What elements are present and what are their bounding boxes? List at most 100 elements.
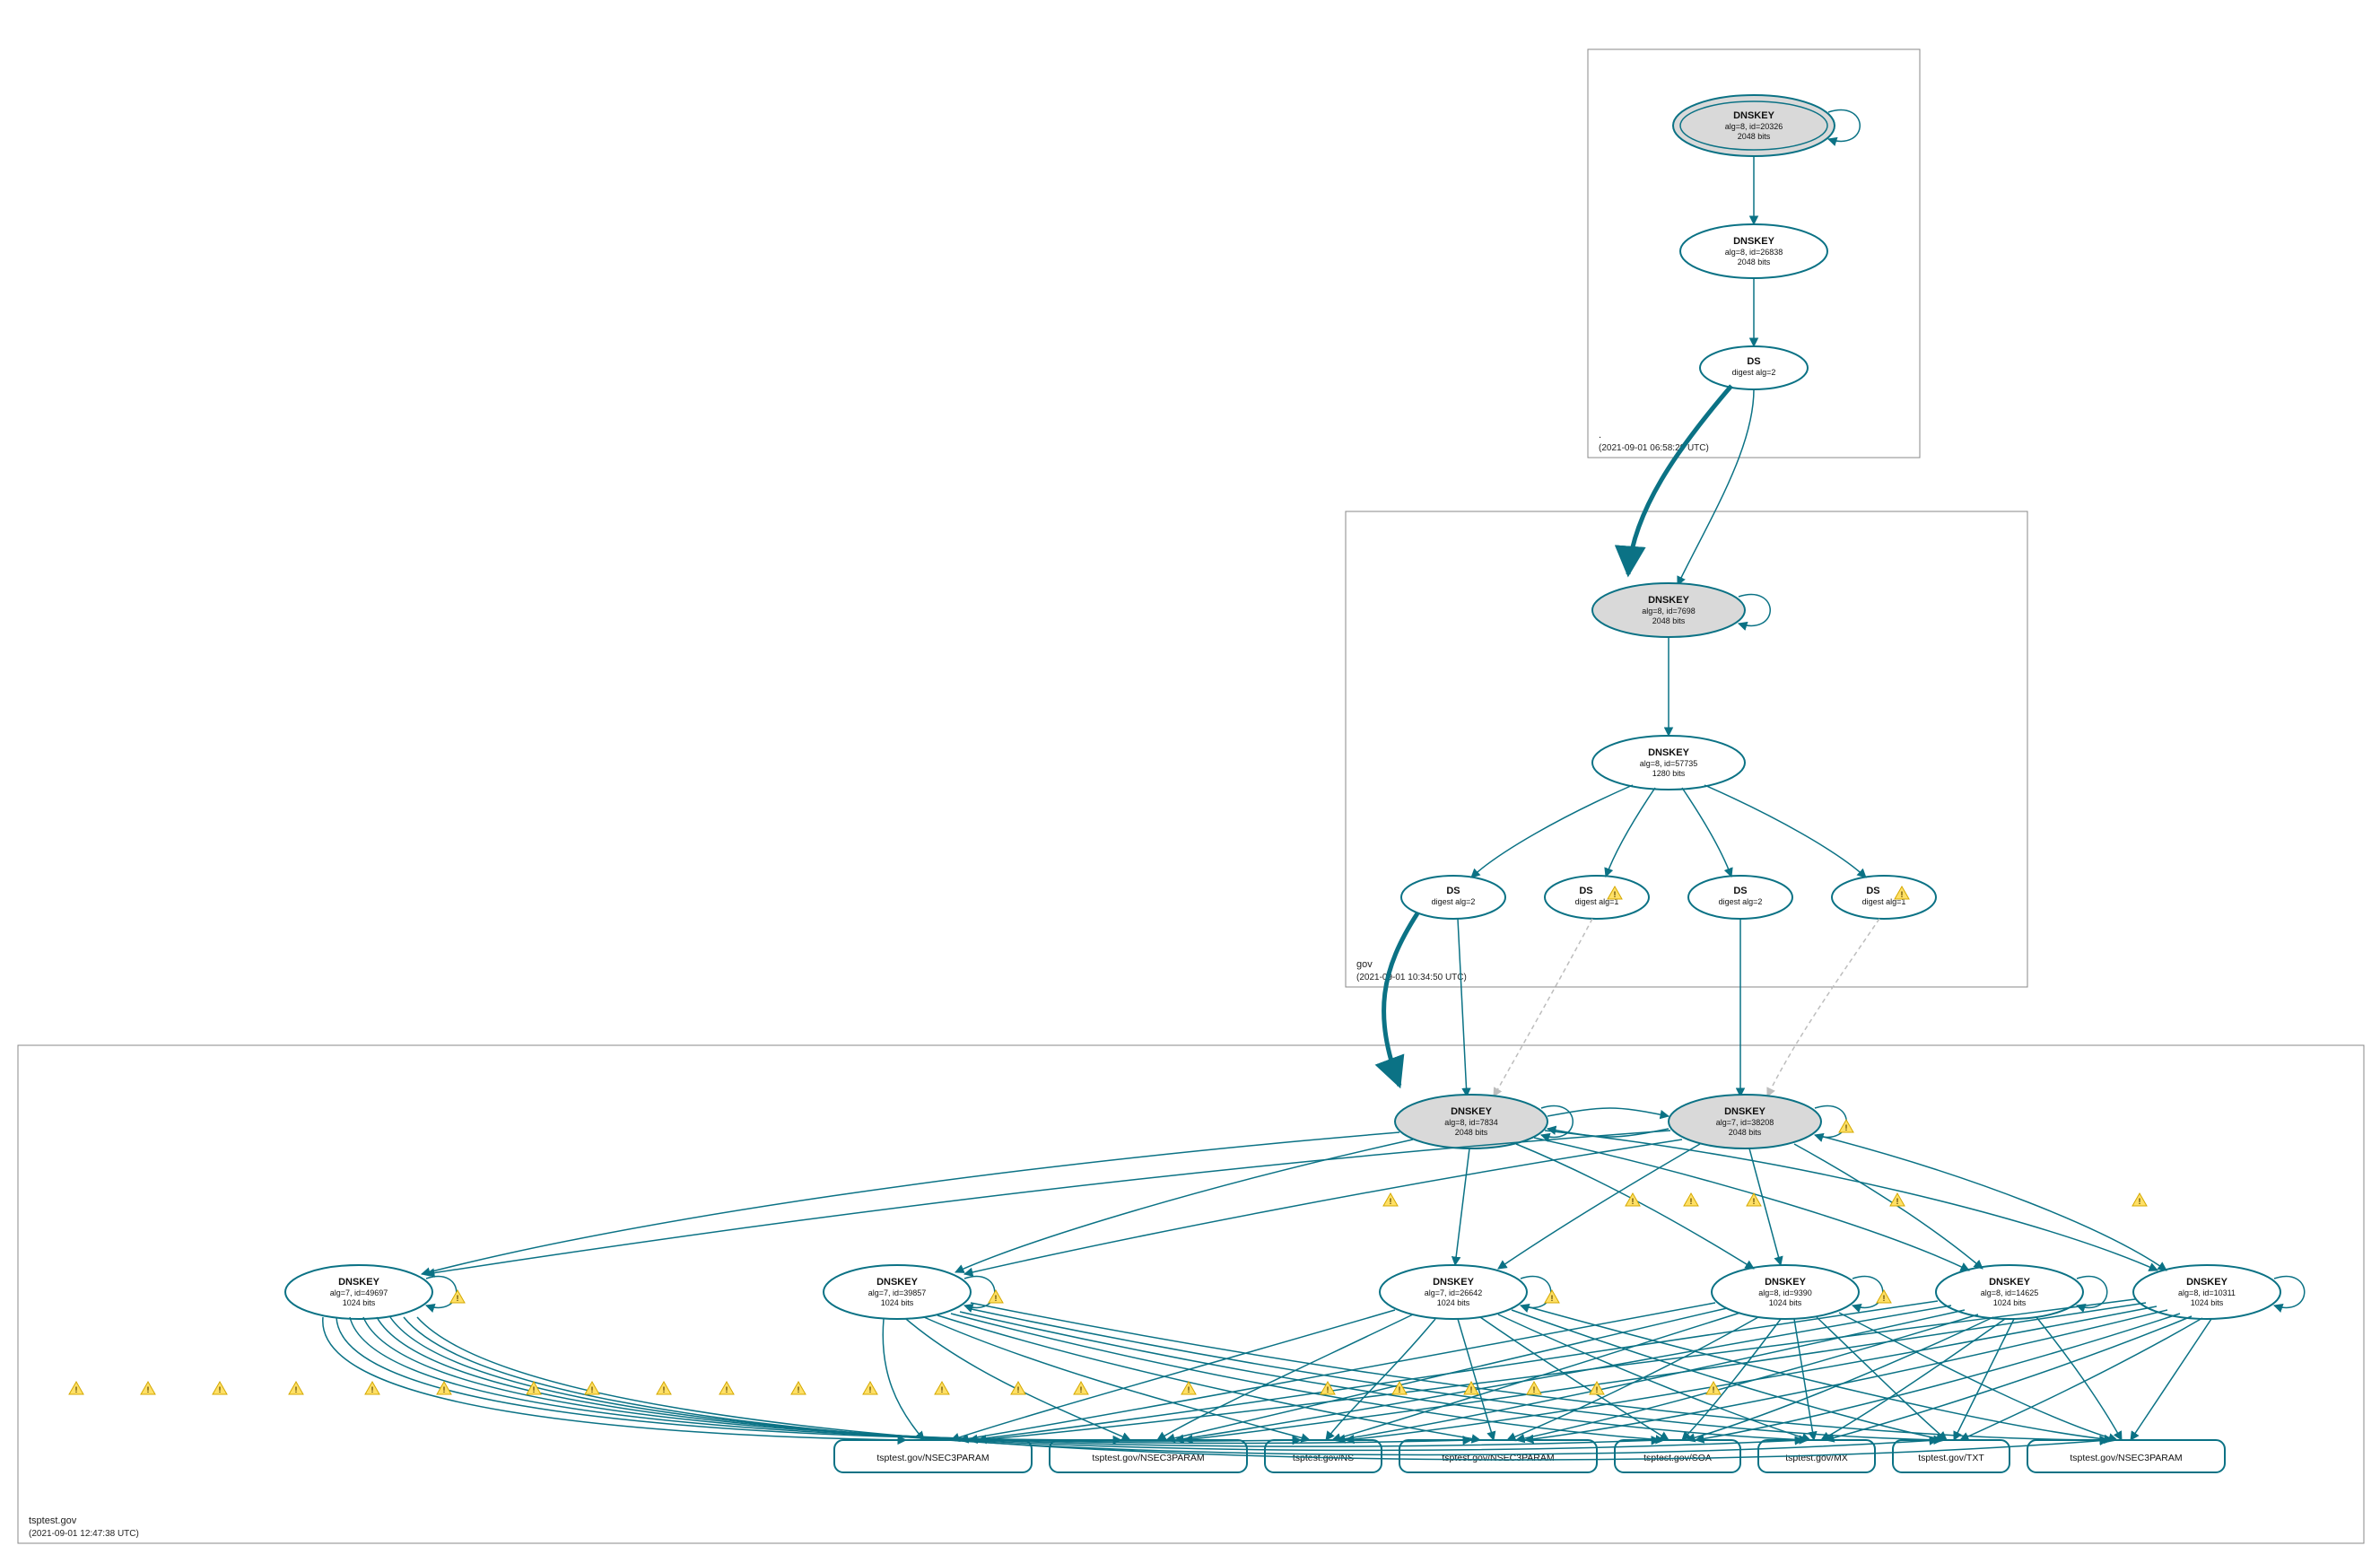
warning-icon: ! xyxy=(69,1382,83,1394)
svg-text:DNSKEY: DNSKEY xyxy=(1451,1106,1493,1117)
rrset-txt[interactable]: tsptest.gov/TXT xyxy=(1893,1440,2009,1472)
svg-text:!: ! xyxy=(1753,1197,1756,1206)
warning-icon: ! xyxy=(935,1382,949,1394)
svg-text:alg=8, id=14625: alg=8, id=14625 xyxy=(1981,1288,2039,1297)
warning-icon: ! xyxy=(1626,1193,1640,1206)
svg-text:!: ! xyxy=(1901,890,1904,899)
svg-text:2048 bits: 2048 bits xyxy=(1652,616,1686,625)
node-gov-ds4[interactable]: DS digest alg=1 ! xyxy=(1832,876,1936,919)
svg-text:!: ! xyxy=(941,1385,944,1394)
edge-rootds-govksk xyxy=(1678,389,1754,585)
svg-text:!: ! xyxy=(457,1294,459,1303)
svg-text:!: ! xyxy=(1399,1385,1401,1394)
e-ds4-tkskB xyxy=(1767,919,1879,1096)
warning-icon: ! xyxy=(2132,1193,2147,1206)
svg-text:!: ! xyxy=(533,1385,536,1394)
e-govzsk-ds4 xyxy=(1704,785,1866,878)
node-root-ksk[interactable]: DNSKEY alg=8, id=20326 2048 bits xyxy=(1673,95,1835,156)
svg-text:!: ! xyxy=(1470,1385,1473,1394)
node-t-ksk-b[interactable]: DNSKEY alg=7, id=38208 2048 bits xyxy=(1669,1095,1821,1148)
warning-icon: ! xyxy=(1011,1382,1025,1394)
svg-text:!: ! xyxy=(147,1385,150,1394)
node-t-zsk-4[interactable]: DNSKEY alg=8, id=9390 1024 bits xyxy=(1712,1265,1859,1319)
warning-icon: ! xyxy=(289,1382,303,1394)
e-z2-r1 xyxy=(883,1319,924,1440)
rrset-nsec3param-4[interactable]: tsptest.gov/NSEC3PARAM xyxy=(2027,1440,2225,1472)
node-gov-ds2[interactable]: DS digest alg=1 ! xyxy=(1545,876,1649,919)
svg-text:!: ! xyxy=(663,1385,666,1394)
svg-text:1280 bits: 1280 bits xyxy=(1652,769,1686,778)
svg-text:alg=8, id=10311: alg=8, id=10311 xyxy=(2178,1288,2236,1297)
svg-text:tsptest.gov/NSEC3PARAM: tsptest.gov/NSEC3PARAM xyxy=(1092,1453,1204,1463)
e-b-z4 xyxy=(1749,1148,1781,1265)
e-z4-r6 xyxy=(1794,1319,1814,1440)
svg-text:DS: DS xyxy=(1446,886,1460,896)
svg-text:!: ! xyxy=(443,1385,446,1394)
node-t-zsk-1[interactable]: DNSKEY alg=7, id=49697 1024 bits xyxy=(285,1265,432,1319)
node-gov-ds3[interactable]: DS digest alg=2 xyxy=(1688,876,1792,919)
warning-icon: ! xyxy=(1839,1120,1853,1132)
svg-text:!: ! xyxy=(295,1385,298,1394)
e-govzsk-ds3 xyxy=(1682,788,1731,877)
svg-text:2048 bits: 2048 bits xyxy=(1455,1128,1488,1137)
svg-text:!: ! xyxy=(1632,1197,1635,1206)
svg-text:DNSKEY: DNSKEY xyxy=(1733,110,1775,121)
svg-text:alg=7, id=39857: alg=7, id=39857 xyxy=(868,1288,927,1297)
node-root-zsk[interactable]: DNSKEY alg=8, id=26838 2048 bits xyxy=(1680,224,1827,278)
svg-text:DNSKEY: DNSKEY xyxy=(1733,236,1775,247)
node-gov-ds1[interactable]: DS digest alg=2 xyxy=(1401,876,1505,919)
zone-ts-gov: (2021-09-01 10:34:50 UTC) xyxy=(1356,973,1467,982)
svg-text:tsptest.gov/TXT: tsptest.gov/TXT xyxy=(1918,1453,1984,1463)
svg-text:alg=7, id=26642: alg=7, id=26642 xyxy=(1425,1288,1483,1297)
e-z1-r8 xyxy=(417,1317,2108,1460)
node-t-zsk-2[interactable]: DNSKEY alg=7, id=39857 1024 bits xyxy=(824,1265,971,1319)
svg-text:DS: DS xyxy=(1733,886,1747,896)
svg-text:!: ! xyxy=(1188,1385,1190,1394)
rrset-nsec3param-1[interactable]: tsptest.gov/NSEC3PARAM xyxy=(834,1440,1032,1472)
node-t-ksk-a[interactable]: DNSKEY alg=8, id=7834 2048 bits xyxy=(1395,1095,1547,1148)
svg-text:1024 bits: 1024 bits xyxy=(343,1298,376,1307)
node-root-ds[interactable]: DS digest alg=2 xyxy=(1700,346,1808,389)
warning-icon: ! xyxy=(141,1382,155,1394)
warning-icon: ! xyxy=(863,1382,877,1394)
e-ds2-tkskA xyxy=(1494,919,1592,1096)
warning-icon: ! xyxy=(365,1382,379,1394)
svg-text:1024 bits: 1024 bits xyxy=(1437,1298,1470,1307)
svg-text:DS: DS xyxy=(1866,886,1879,896)
node-t-zsk-6[interactable]: DNSKEY alg=8, id=10311 1024 bits xyxy=(2133,1265,2280,1319)
svg-text:DNSKEY: DNSKEY xyxy=(338,1277,380,1288)
edge-rootds-govksk-deleg xyxy=(1628,386,1731,574)
svg-text:alg=7, id=38208: alg=7, id=38208 xyxy=(1716,1118,1774,1127)
e-z5-r7 xyxy=(1954,1319,2014,1440)
e-z1-r3 xyxy=(350,1317,1301,1441)
svg-text:!: ! xyxy=(1614,890,1617,899)
e-a-z3 xyxy=(1455,1148,1469,1265)
svg-text:tsptest.gov/NSEC3PARAM: tsptest.gov/NSEC3PARAM xyxy=(876,1453,989,1463)
svg-text:alg=7, id=49697: alg=7, id=49697 xyxy=(330,1288,388,1297)
svg-text:!: ! xyxy=(1845,1123,1848,1132)
node-gov-zsk[interactable]: DNSKEY alg=8, id=57735 1280 bits xyxy=(1592,736,1745,790)
e-ds1-tkskA xyxy=(1458,919,1467,1096)
svg-text:1024 bits: 1024 bits xyxy=(2191,1298,2224,1307)
dnssec-auth-graph: . (2021-09-01 06:58:29 UTC) gov (2021-09… xyxy=(0,0,2380,1563)
zone-label-root: . xyxy=(1599,430,1601,441)
warning-icon: ! xyxy=(719,1382,734,1394)
svg-text:2048 bits: 2048 bits xyxy=(1738,258,1771,266)
node-t-zsk-3[interactable]: DNSKEY alg=7, id=26642 1024 bits xyxy=(1380,1265,1527,1319)
svg-text:1024 bits: 1024 bits xyxy=(1993,1298,2027,1307)
svg-text:!: ! xyxy=(995,1294,998,1303)
svg-text:2048 bits: 2048 bits xyxy=(1729,1128,1762,1137)
node-gov-ksk[interactable]: DNSKEY alg=8, id=7698 2048 bits xyxy=(1592,583,1745,637)
e-govzsk-ds2 xyxy=(1606,788,1655,877)
e-z5-r5 xyxy=(1687,1317,1993,1440)
svg-text:!: ! xyxy=(726,1385,728,1394)
warning-icon: ! xyxy=(1684,1193,1698,1206)
e-a-z2 xyxy=(955,1140,1413,1272)
svg-text:digest alg=2: digest alg=2 xyxy=(1719,897,1763,906)
svg-text:!: ! xyxy=(371,1385,374,1394)
svg-text:DNSKEY: DNSKEY xyxy=(1433,1277,1475,1288)
svg-text:alg=8, id=57735: alg=8, id=57735 xyxy=(1640,759,1698,768)
svg-text:!: ! xyxy=(2139,1197,2141,1206)
svg-text:!: ! xyxy=(1713,1385,1715,1394)
e-z6-r2 xyxy=(1184,1303,2146,1440)
